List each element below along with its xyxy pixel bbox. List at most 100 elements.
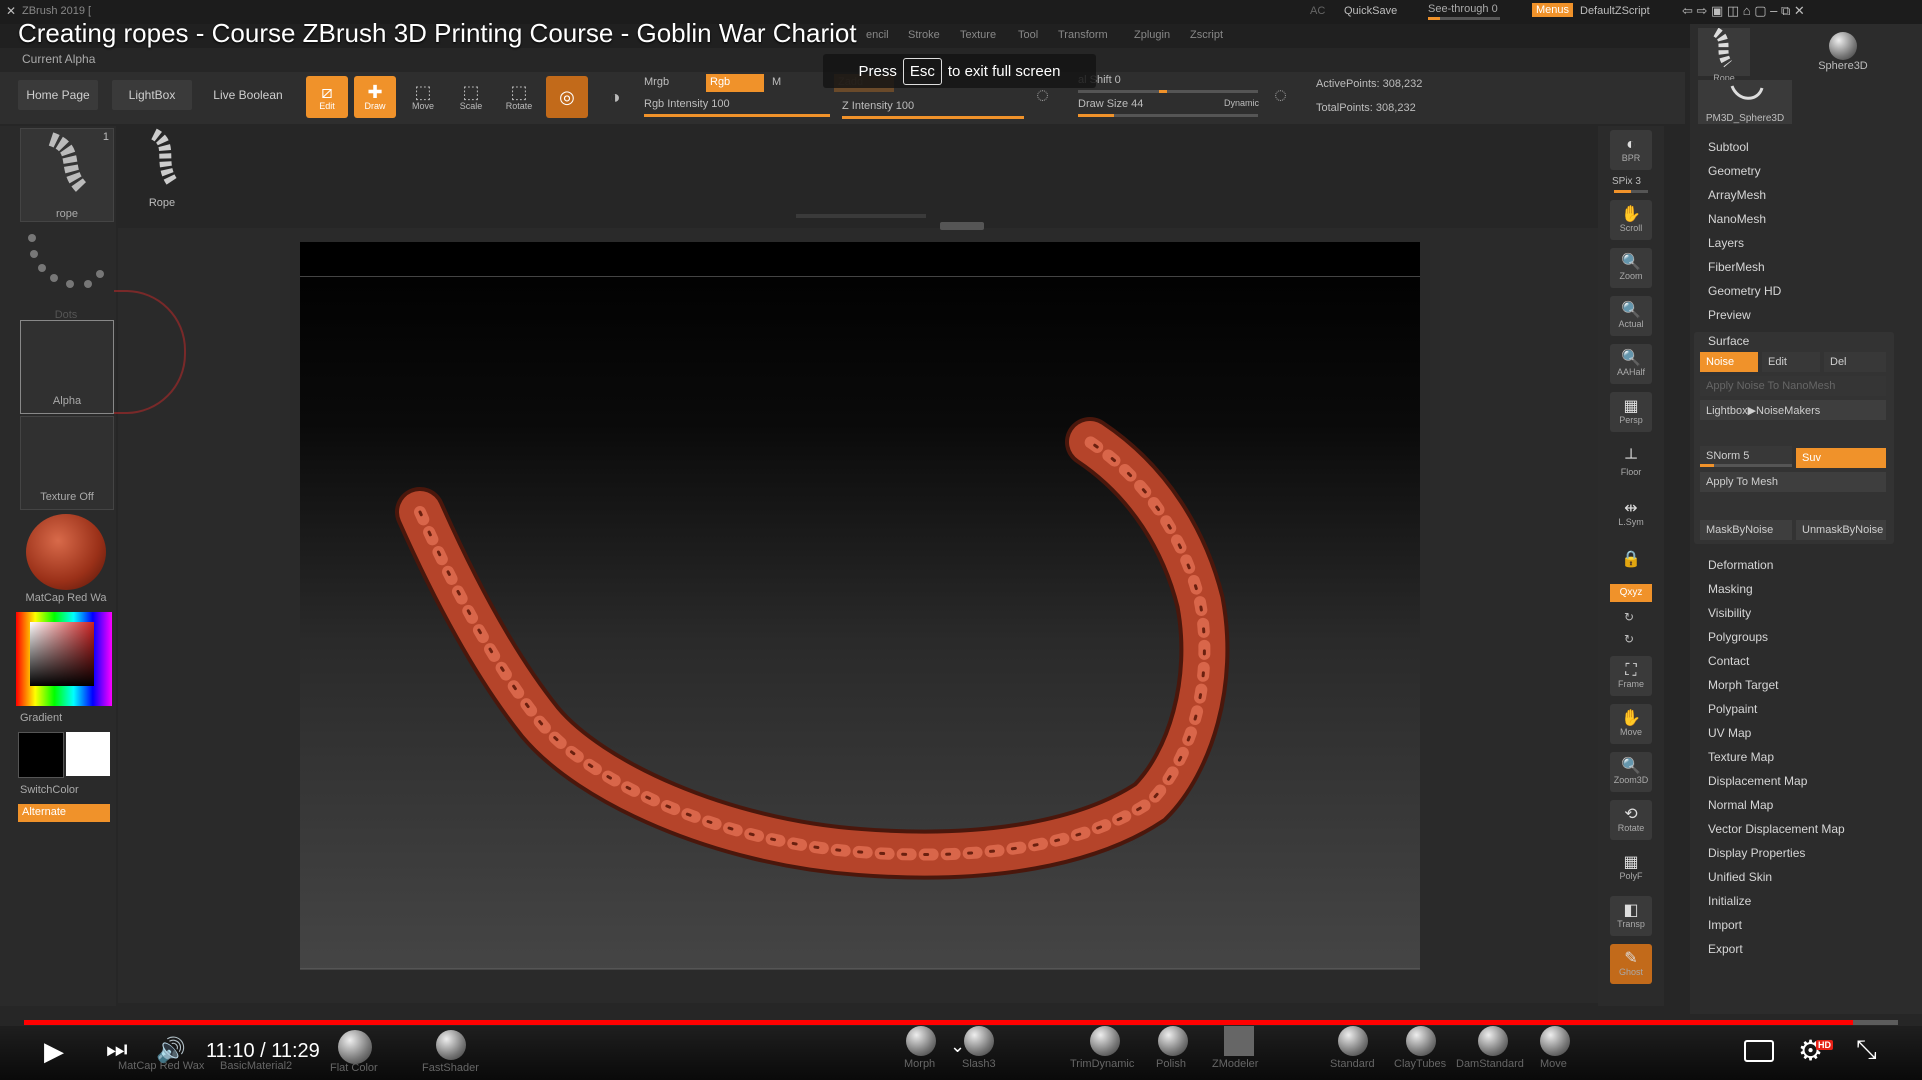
xyz-button[interactable]: Qxyz bbox=[1610, 584, 1652, 602]
menu-normal-map[interactable]: Normal Map bbox=[1708, 798, 1773, 812]
mrgb-toggle[interactable]: Mrgb bbox=[644, 76, 669, 88]
shelf-standard-label[interactable]: Standard bbox=[1330, 1058, 1375, 1070]
canvas-scroll-handle[interactable] bbox=[940, 222, 984, 230]
menu-geometry-hd[interactable]: Geometry HD bbox=[1708, 284, 1781, 298]
shelf-polish-label[interactable]: Polish bbox=[1156, 1058, 1186, 1070]
home-page-button[interactable]: Home Page bbox=[18, 80, 98, 110]
sphere3d-tool-thumb[interactable]: Sphere3D bbox=[1808, 32, 1878, 76]
menus-button[interactable]: Menus bbox=[1532, 3, 1574, 17]
shelf-morph-label[interactable]: Morph bbox=[904, 1058, 935, 1070]
video-title[interactable]: Creating ropes - Course ZBrush 3D Printi… bbox=[18, 18, 857, 49]
polish-brush-icon[interactable] bbox=[1158, 1026, 1188, 1056]
bpr-button[interactable]: ◐ BPR bbox=[1610, 130, 1652, 170]
material-thumb[interactable]: MatCap Red Wa bbox=[20, 512, 112, 604]
menu-import[interactable]: Import bbox=[1708, 918, 1742, 932]
menu-visibility[interactable]: Visibility bbox=[1708, 606, 1751, 620]
draw-size-slider[interactable]: Draw Size 44 bbox=[1078, 98, 1143, 110]
menu-layers[interactable]: Layers bbox=[1708, 236, 1744, 250]
aahalf-button[interactable]: 🔍 AAHalf bbox=[1610, 344, 1652, 384]
apply-to-mesh-button[interactable]: Apply To Mesh bbox=[1700, 472, 1886, 492]
see-through-slider[interactable]: See-through 0 bbox=[1428, 3, 1498, 15]
edit-tool-button[interactable]: ⧄ Edit bbox=[306, 76, 348, 118]
menu-zscript[interactable]: Zscript bbox=[1190, 29, 1223, 41]
menu-texture-map[interactable]: Texture Map bbox=[1708, 750, 1774, 764]
exit-fullscreen-icon[interactable]: ⤡ bbox=[1856, 1034, 1877, 1066]
fastshader-material-icon[interactable] bbox=[436, 1030, 466, 1060]
menu-export[interactable]: Export bbox=[1708, 942, 1743, 956]
menu-vector-displacement-map[interactable]: Vector Displacement Map bbox=[1708, 822, 1845, 836]
video-progress-bar[interactable] bbox=[24, 1020, 1898, 1025]
lsym-button[interactable]: ⇹ L.Sym bbox=[1610, 494, 1652, 534]
lightbox-button[interactable]: LightBox bbox=[112, 80, 192, 110]
menu-polypaint[interactable]: Polypaint bbox=[1708, 702, 1757, 716]
zmodeler-brush-icon[interactable] bbox=[1224, 1026, 1254, 1056]
menu-surface[interactable]: Surface bbox=[1708, 334, 1749, 348]
alternate-button[interactable]: Alternate bbox=[18, 804, 110, 822]
move-brush-icon[interactable] bbox=[1540, 1026, 1570, 1056]
zoom3d-button[interactable]: 🔍 Zoom3D bbox=[1610, 752, 1652, 792]
menu-tool[interactable]: Tool bbox=[1018, 29, 1038, 41]
menu-deformation[interactable]: Deformation bbox=[1708, 558, 1773, 572]
menu-pencil[interactable]: encil bbox=[866, 29, 889, 41]
move-view-button[interactable]: ✋ Move bbox=[1610, 704, 1652, 744]
claytubes-brush-icon[interactable] bbox=[1406, 1026, 1436, 1056]
menu-masking[interactable]: Masking bbox=[1708, 582, 1753, 596]
rotate-y-icon[interactable]: ↻ bbox=[1624, 610, 1634, 624]
noise-del-button[interactable]: Del bbox=[1824, 352, 1886, 372]
draw-size-track[interactable] bbox=[1078, 114, 1258, 117]
shelf-claytubes-label[interactable]: ClayTubes bbox=[1394, 1058, 1446, 1070]
settings-gear-icon[interactable]: ⚙ bbox=[1798, 1034, 1823, 1067]
secondary-color-swatch[interactable] bbox=[18, 732, 64, 778]
volume-icon[interactable]: 🔊 bbox=[156, 1036, 186, 1065]
stroke-thumb[interactable]: Dots bbox=[20, 228, 112, 321]
menu-display-properties[interactable]: Display Properties bbox=[1708, 846, 1805, 860]
menu-displacement-map[interactable]: Displacement Map bbox=[1708, 774, 1807, 788]
menu-uv-map[interactable]: UV Map bbox=[1708, 726, 1751, 740]
noise-edit-button[interactable]: Edit bbox=[1762, 352, 1820, 372]
rgb-intensity-track[interactable] bbox=[644, 114, 830, 117]
zoom-button[interactable]: 🔍 Zoom bbox=[1610, 248, 1652, 288]
move-tool-button[interactable]: ⬚ Move bbox=[402, 76, 444, 118]
pm3d-sphere-thumb[interactable]: PM3D_Sphere3D bbox=[1698, 80, 1792, 124]
play-icon[interactable]: ▶ bbox=[44, 1036, 64, 1067]
menu-polygroups[interactable]: Polygroups bbox=[1708, 630, 1768, 644]
menu-texture[interactable]: Texture bbox=[960, 29, 996, 41]
morph-brush-icon[interactable] bbox=[906, 1026, 936, 1056]
snorm-slider[interactable]: SNorm 5 bbox=[1700, 446, 1792, 466]
menu-nanomesh[interactable]: NanoMesh bbox=[1708, 212, 1766, 226]
scroll-button[interactable]: ✋ Scroll bbox=[1610, 200, 1652, 240]
lightbox-noisemakers-button[interactable]: Lightbox▶NoiseMakers bbox=[1700, 400, 1886, 420]
focal-shift-track[interactable] bbox=[1078, 90, 1258, 93]
menu-contact[interactable]: Contact bbox=[1708, 654, 1749, 668]
standard-brush-icon[interactable] bbox=[1338, 1026, 1368, 1056]
snorm-track[interactable] bbox=[1700, 464, 1792, 467]
primary-color-swatch[interactable] bbox=[66, 732, 110, 776]
current-brush-thumb[interactable]: 1 rope bbox=[20, 128, 114, 222]
next-icon[interactable]: ⏭ bbox=[106, 1036, 128, 1064]
menu-fibermesh[interactable]: FiberMesh bbox=[1708, 260, 1765, 274]
menu-arraymesh[interactable]: ArrayMesh bbox=[1708, 188, 1766, 202]
shelf-trimdynamic-label[interactable]: TrimDynamic bbox=[1070, 1058, 1134, 1070]
alpha-thumb[interactable]: Alpha bbox=[20, 320, 114, 414]
flat-color-material-icon[interactable] bbox=[338, 1030, 372, 1064]
menu-geometry[interactable]: Geometry bbox=[1708, 164, 1761, 178]
z-intensity-slider[interactable]: Z Intensity 100 bbox=[842, 100, 914, 112]
texture-thumb[interactable]: Texture Off bbox=[20, 416, 114, 510]
draw-tool-button[interactable]: ✚ Draw bbox=[354, 76, 396, 118]
suv-toggle[interactable]: Suv bbox=[1796, 448, 1886, 468]
subtitles-icon[interactable] bbox=[1744, 1040, 1774, 1062]
ghost-button[interactable]: ✎ Ghost bbox=[1610, 944, 1652, 984]
lock-button[interactable]: 🔒 bbox=[1610, 540, 1652, 580]
menu-transform[interactable]: Transform bbox=[1058, 29, 1108, 41]
slash3-brush-icon[interactable] bbox=[964, 1026, 994, 1056]
spix-slider[interactable]: SPix 3 bbox=[1612, 176, 1641, 187]
rotate-z-icon[interactable]: ↻ bbox=[1624, 632, 1634, 646]
switch-color-button[interactable]: SwitchColor bbox=[20, 784, 79, 796]
persp-button[interactable]: ▦ Persp bbox=[1610, 392, 1652, 432]
default-zscript-button[interactable]: DefaultZScript bbox=[1580, 5, 1650, 17]
damstandard-brush-icon[interactable] bbox=[1478, 1026, 1508, 1056]
sculptris-pro-button[interactable]: ◎ bbox=[546, 76, 588, 118]
z-intensity-track[interactable] bbox=[842, 116, 1024, 119]
trimdynamic-brush-icon[interactable] bbox=[1090, 1026, 1120, 1056]
spix-track[interactable] bbox=[1614, 190, 1648, 193]
